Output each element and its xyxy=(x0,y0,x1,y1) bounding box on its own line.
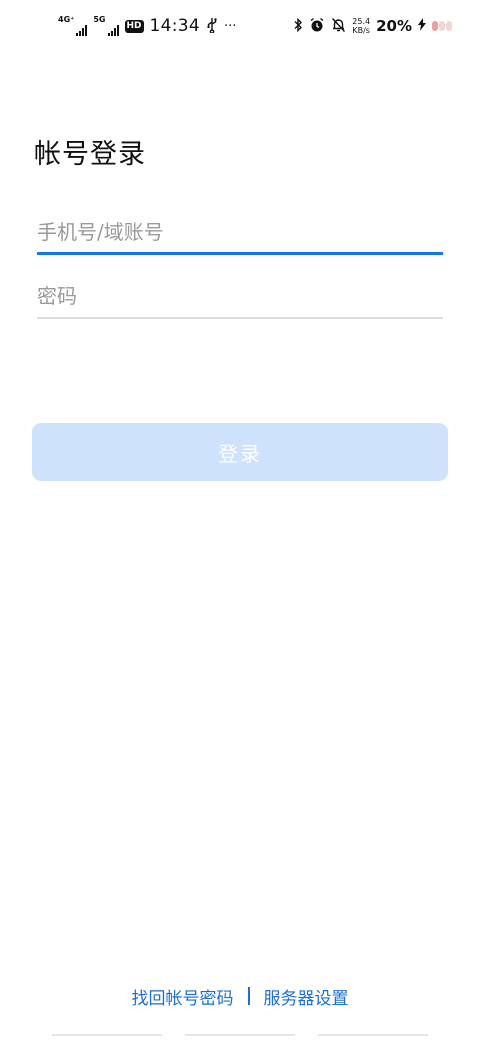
signal-icon xyxy=(76,24,88,36)
login-button[interactable]: 登录 xyxy=(32,423,448,481)
password-field xyxy=(37,275,443,319)
battery-percent: 20% xyxy=(376,17,412,35)
speed-value: 25.4 xyxy=(352,17,371,26)
more-icon: ··· xyxy=(224,18,237,34)
charging-icon xyxy=(418,18,426,34)
network-type-label: 5G xyxy=(93,15,106,24)
status-bar: 4G⁺ 5G HD 14:34 ··· 25.4 KB/s 20% xyxy=(0,0,480,54)
recover-account-link[interactable]: 找回帐号密码 xyxy=(132,984,234,1009)
bell-off-icon xyxy=(331,17,346,36)
bottom-divider xyxy=(52,1034,428,1036)
password-input[interactable] xyxy=(37,276,443,316)
network-speed: 25.4 KB/s xyxy=(352,17,370,35)
signal-5g: 5G xyxy=(93,15,119,36)
page-title: 帐号登录 xyxy=(34,139,146,170)
status-left: 4G⁺ 5G HD 14:34 ··· xyxy=(58,14,236,38)
usb-icon xyxy=(206,17,218,36)
speed-unit: KB/s xyxy=(352,26,370,35)
battery-icon xyxy=(432,21,452,31)
clock: 14:34 xyxy=(149,16,201,36)
bluetooth-icon xyxy=(293,17,303,36)
login-screen: 4G⁺ 5G HD 14:34 ··· 25.4 KB/s 20% 帐号登录 手… xyxy=(0,0,480,1040)
status-right: 25.4 KB/s 20% xyxy=(293,14,452,38)
signal-4g: 4G⁺ xyxy=(58,15,88,36)
footer-links: 找回帐号密码 服务器设置 xyxy=(0,982,480,1010)
account-input[interactable] xyxy=(37,211,443,252)
hd-badge: HD xyxy=(124,19,144,33)
alarm-icon xyxy=(309,17,325,36)
account-field xyxy=(37,211,443,255)
server-settings-link[interactable]: 服务器设置 xyxy=(264,984,349,1009)
footer-divider xyxy=(247,987,250,1005)
network-type-label: 4G⁺ xyxy=(58,15,75,24)
signal-icon xyxy=(107,24,119,36)
